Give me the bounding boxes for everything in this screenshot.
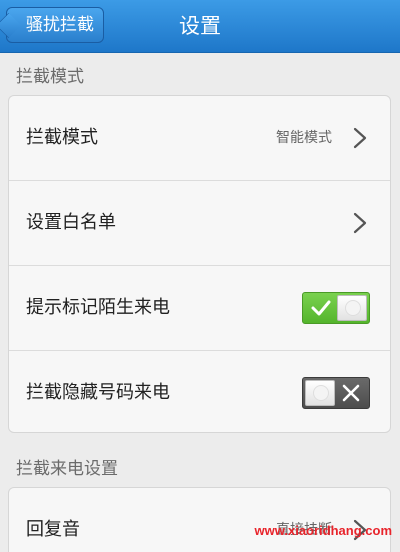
back-button[interactable]: 骚扰拦截 xyxy=(6,7,104,43)
row-intercept-mode[interactable]: 拦截模式 智能模式 xyxy=(9,96,390,181)
row-reply-tone[interactable]: 回复音 直接挂断 xyxy=(9,488,390,552)
row-label: 回复音 xyxy=(26,519,80,540)
chevron-right-icon xyxy=(353,212,367,234)
row-label: 设置白名单 xyxy=(26,212,116,233)
row-value: 智能模式 xyxy=(276,130,332,146)
mark-unknown-calls-toggle[interactable] xyxy=(302,292,370,324)
intercept-mode-group: 拦截模式 智能模式 设置白名单 提示标记陌生来电 拦截隐藏号码来电 xyxy=(8,95,391,433)
call-settings-group: 回复音 直接挂断 xyxy=(8,487,391,552)
block-hidden-numbers-toggle[interactable] xyxy=(302,377,370,409)
close-icon xyxy=(342,384,360,402)
row-mark-unknown-calls: 提示标记陌生来电 xyxy=(9,266,390,351)
watermark-text: www.xiaoridhang.com xyxy=(254,523,392,538)
section-label-intercept-mode: 拦截模式 xyxy=(16,67,84,87)
check-icon xyxy=(311,300,331,316)
row-label: 拦截隐藏号码来电 xyxy=(26,382,170,403)
toggle-knob xyxy=(305,380,335,406)
section-label-call-settings: 拦截来电设置 xyxy=(16,459,118,479)
settings-screen: 设置 骚扰拦截 拦截模式 拦截模式 智能模式 设置白名单 提示标记陌生来电 拦截… xyxy=(0,0,400,552)
row-value: 直接挂断 xyxy=(276,522,332,538)
nav-bar: 设置 骚扰拦截 xyxy=(0,0,400,53)
row-label: 提示标记陌生来电 xyxy=(26,297,170,318)
toggle-knob xyxy=(337,295,367,321)
row-label: 拦截模式 xyxy=(26,127,98,148)
row-whitelist[interactable]: 设置白名单 xyxy=(9,181,390,266)
row-block-hidden-numbers: 拦截隐藏号码来电 xyxy=(9,351,390,435)
chevron-right-icon xyxy=(353,127,367,149)
